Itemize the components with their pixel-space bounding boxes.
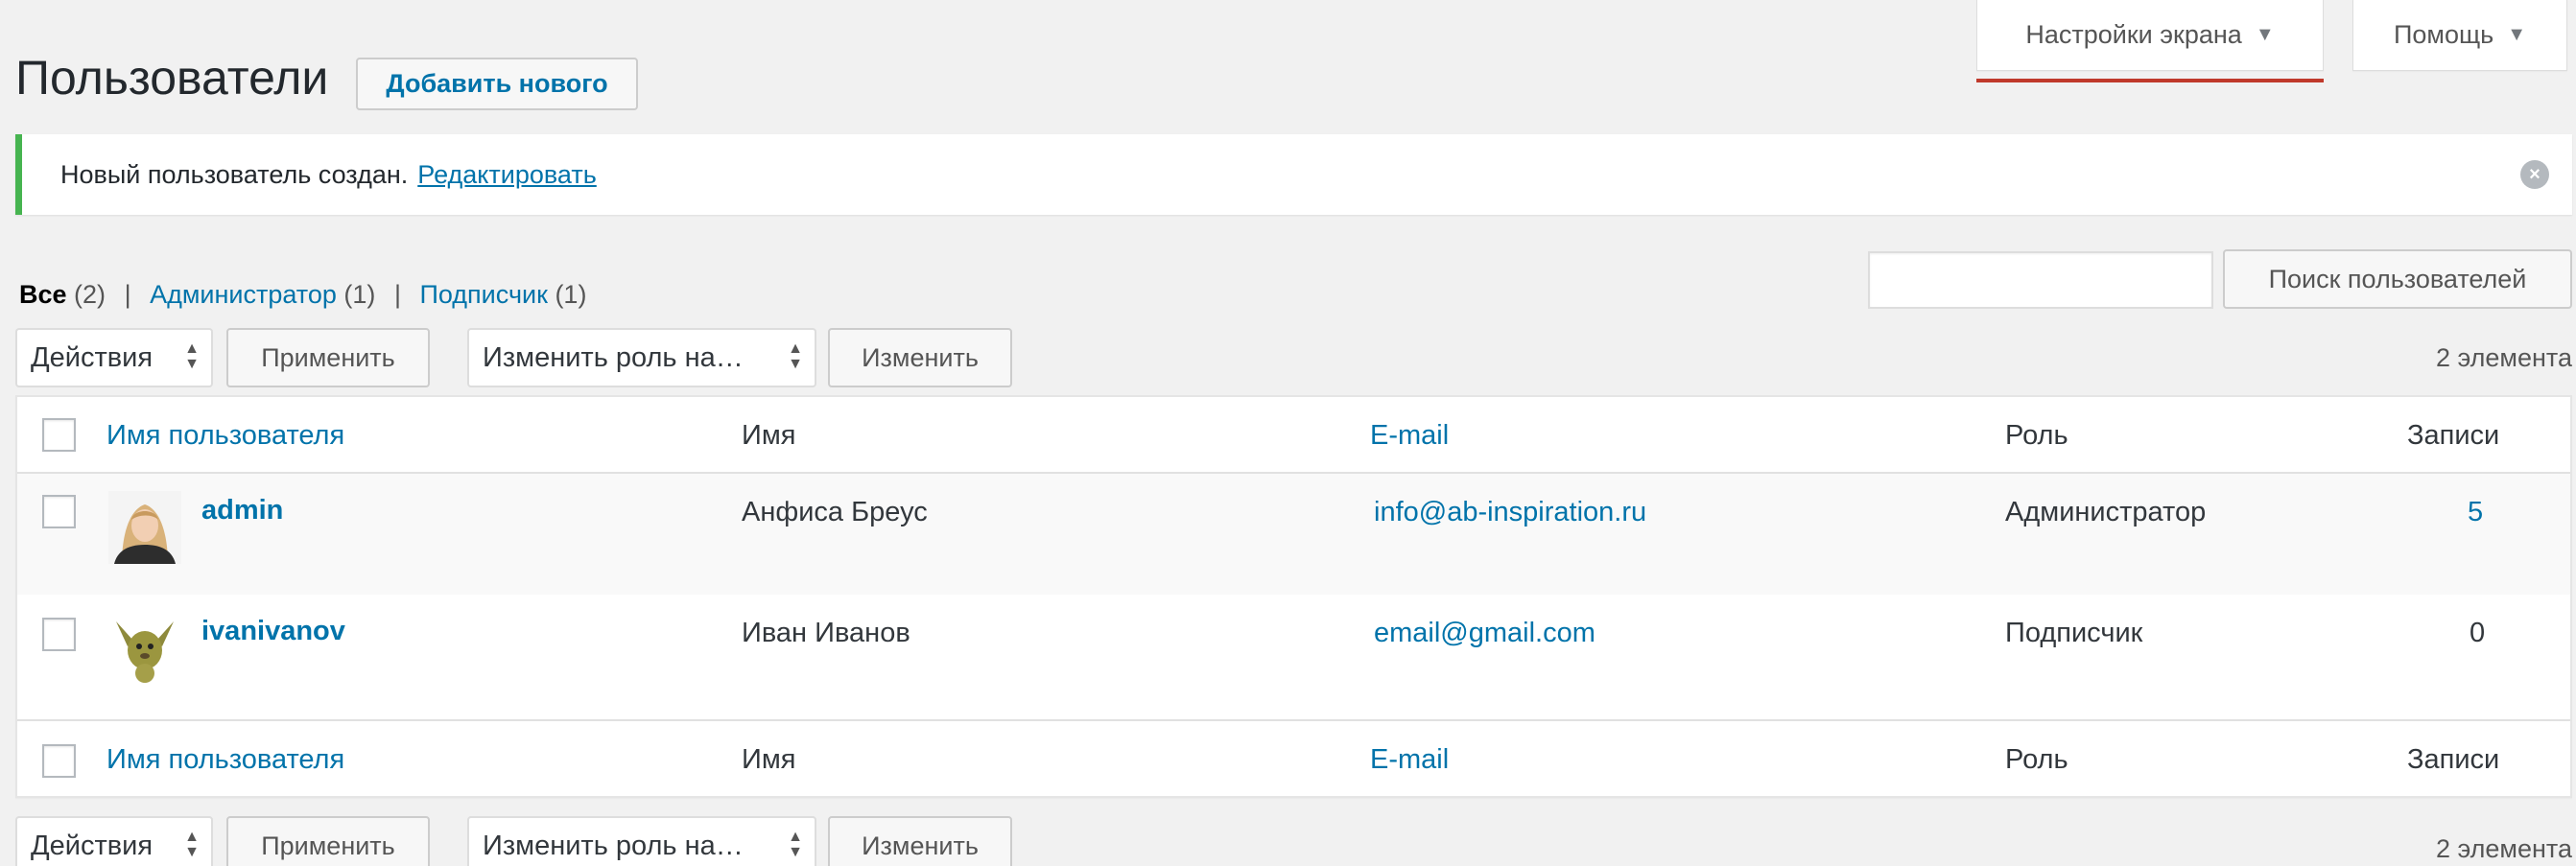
change-role-button-bottom[interactable]: Изменить bbox=[828, 816, 1012, 866]
filter-admin-count: (1) bbox=[343, 280, 376, 309]
apply-button[interactable]: Применить bbox=[226, 328, 430, 387]
change-role-select-bottom[interactable]: Изменить роль на… ▲ ▼ bbox=[467, 816, 816, 866]
user-email-link[interactable]: email@gmail.com bbox=[1374, 618, 1595, 649]
triangle-down-icon: ▼ bbox=[2255, 24, 2275, 45]
user-full-name: Анфиса Бреус bbox=[742, 497, 928, 527]
select-all-checkbox[interactable] bbox=[42, 418, 76, 452]
users-table: Имя пользователя Имя E-mail Роль Записи … bbox=[15, 395, 2572, 798]
table-footer: Имя пользователя Имя E-mail Роль Записи bbox=[17, 719, 2570, 796]
bulk-actions-select-bottom[interactable]: Действия ▲ ▼ bbox=[15, 816, 213, 866]
dismiss-icon[interactable]: × bbox=[2520, 160, 2549, 189]
bulk-actions-select[interactable]: Действия ▲ ▼ bbox=[15, 328, 213, 387]
username-link[interactable]: admin bbox=[201, 495, 283, 527]
filter-all-link[interactable]: Все bbox=[19, 280, 67, 309]
column-email[interactable]: E-mail bbox=[1370, 420, 1449, 452]
table-row: admin Анфиса Бреус info@ab-inspiration.r… bbox=[17, 474, 2570, 595]
column-email[interactable]: E-mail bbox=[1370, 744, 1449, 776]
user-posts-link[interactable]: 5 bbox=[2468, 497, 2483, 528]
separator: | bbox=[393, 280, 401, 309]
user-email-link[interactable]: info@ab-inspiration.ru bbox=[1374, 497, 1646, 528]
screen-options-underline bbox=[1976, 79, 2324, 82]
column-username[interactable]: Имя пользователя bbox=[106, 744, 344, 776]
woman-avatar bbox=[108, 491, 181, 564]
select-arrows-icon: ▲ ▼ bbox=[184, 829, 200, 860]
help-tab[interactable]: Помощь ▼ bbox=[2352, 0, 2567, 71]
row-checkbox[interactable] bbox=[42, 495, 76, 528]
row-checkbox[interactable] bbox=[42, 618, 76, 651]
items-count: 2 элемента bbox=[2435, 343, 2572, 372]
add-new-button[interactable]: Добавить нового bbox=[356, 58, 638, 110]
table-header: Имя пользователя Имя E-mail Роль Записи bbox=[17, 397, 2570, 474]
apply-button-bottom[interactable]: Применить bbox=[226, 816, 430, 866]
bulk-actions-value: Действия bbox=[31, 341, 154, 373]
change-role-value: Изменить роль на… bbox=[483, 830, 744, 861]
filter-admin-link[interactable]: Администратор bbox=[150, 280, 337, 309]
triangle-down-icon: ▼ bbox=[2507, 24, 2527, 45]
user-full-name: Иван Иванов bbox=[742, 618, 910, 648]
notice-edit-link[interactable]: Редактировать bbox=[417, 160, 597, 190]
user-role: Подписчик bbox=[2005, 618, 2143, 648]
filter-subscriber-count: (1) bbox=[555, 280, 587, 309]
select-arrows-icon: ▲ ▼ bbox=[788, 829, 803, 860]
filter-subscriber-link[interactable]: Подписчик bbox=[419, 280, 547, 309]
separator: | bbox=[124, 280, 131, 309]
username-link[interactable]: ivanivanov bbox=[201, 616, 345, 647]
screen-options-label: Настройки экрана bbox=[2025, 20, 2242, 49]
search-users-input[interactable] bbox=[1868, 251, 2213, 309]
user-posts-count: 0 bbox=[2470, 618, 2486, 648]
user-role-filter: Все (2) | Администратор (1) | Подписчик … bbox=[19, 280, 586, 310]
search-users-button[interactable]: Поиск пользователей bbox=[2223, 249, 2572, 309]
change-role-select[interactable]: Изменить роль на… ▲ ▼ bbox=[467, 328, 816, 387]
column-role: Роль bbox=[2005, 420, 2068, 451]
help-label: Помощь bbox=[2393, 20, 2494, 49]
kangaroo-avatar bbox=[108, 612, 181, 685]
column-name: Имя bbox=[742, 744, 796, 775]
select-arrows-icon: ▲ ▼ bbox=[788, 340, 803, 372]
change-role-button[interactable]: Изменить bbox=[828, 328, 1012, 387]
select-all-checkbox[interactable] bbox=[42, 744, 76, 778]
page-title: Пользователи bbox=[15, 51, 329, 105]
filter-all-count: (2) bbox=[74, 280, 106, 309]
success-notice: Новый пользователь создан. Редактировать… bbox=[15, 134, 2572, 215]
items-count-bottom: 2 элемента bbox=[2435, 834, 2572, 863]
change-role-value: Изменить роль на… bbox=[483, 341, 744, 373]
screen-options-tab[interactable]: Настройки экрана ▼ bbox=[1976, 0, 2324, 71]
column-username[interactable]: Имя пользователя bbox=[106, 420, 344, 452]
column-posts: Записи bbox=[2407, 420, 2500, 451]
select-arrows-icon: ▲ ▼ bbox=[184, 340, 200, 372]
notice-text: Новый пользователь создан. bbox=[60, 159, 409, 189]
bulk-actions-value: Действия bbox=[31, 830, 154, 861]
column-posts: Записи bbox=[2407, 744, 2500, 775]
column-name: Имя bbox=[742, 420, 796, 451]
table-row: ivanivanov Иван Иванов email@gmail.com П… bbox=[17, 595, 2570, 715]
user-role: Администратор bbox=[2005, 497, 2207, 527]
column-role: Роль bbox=[2005, 744, 2068, 775]
